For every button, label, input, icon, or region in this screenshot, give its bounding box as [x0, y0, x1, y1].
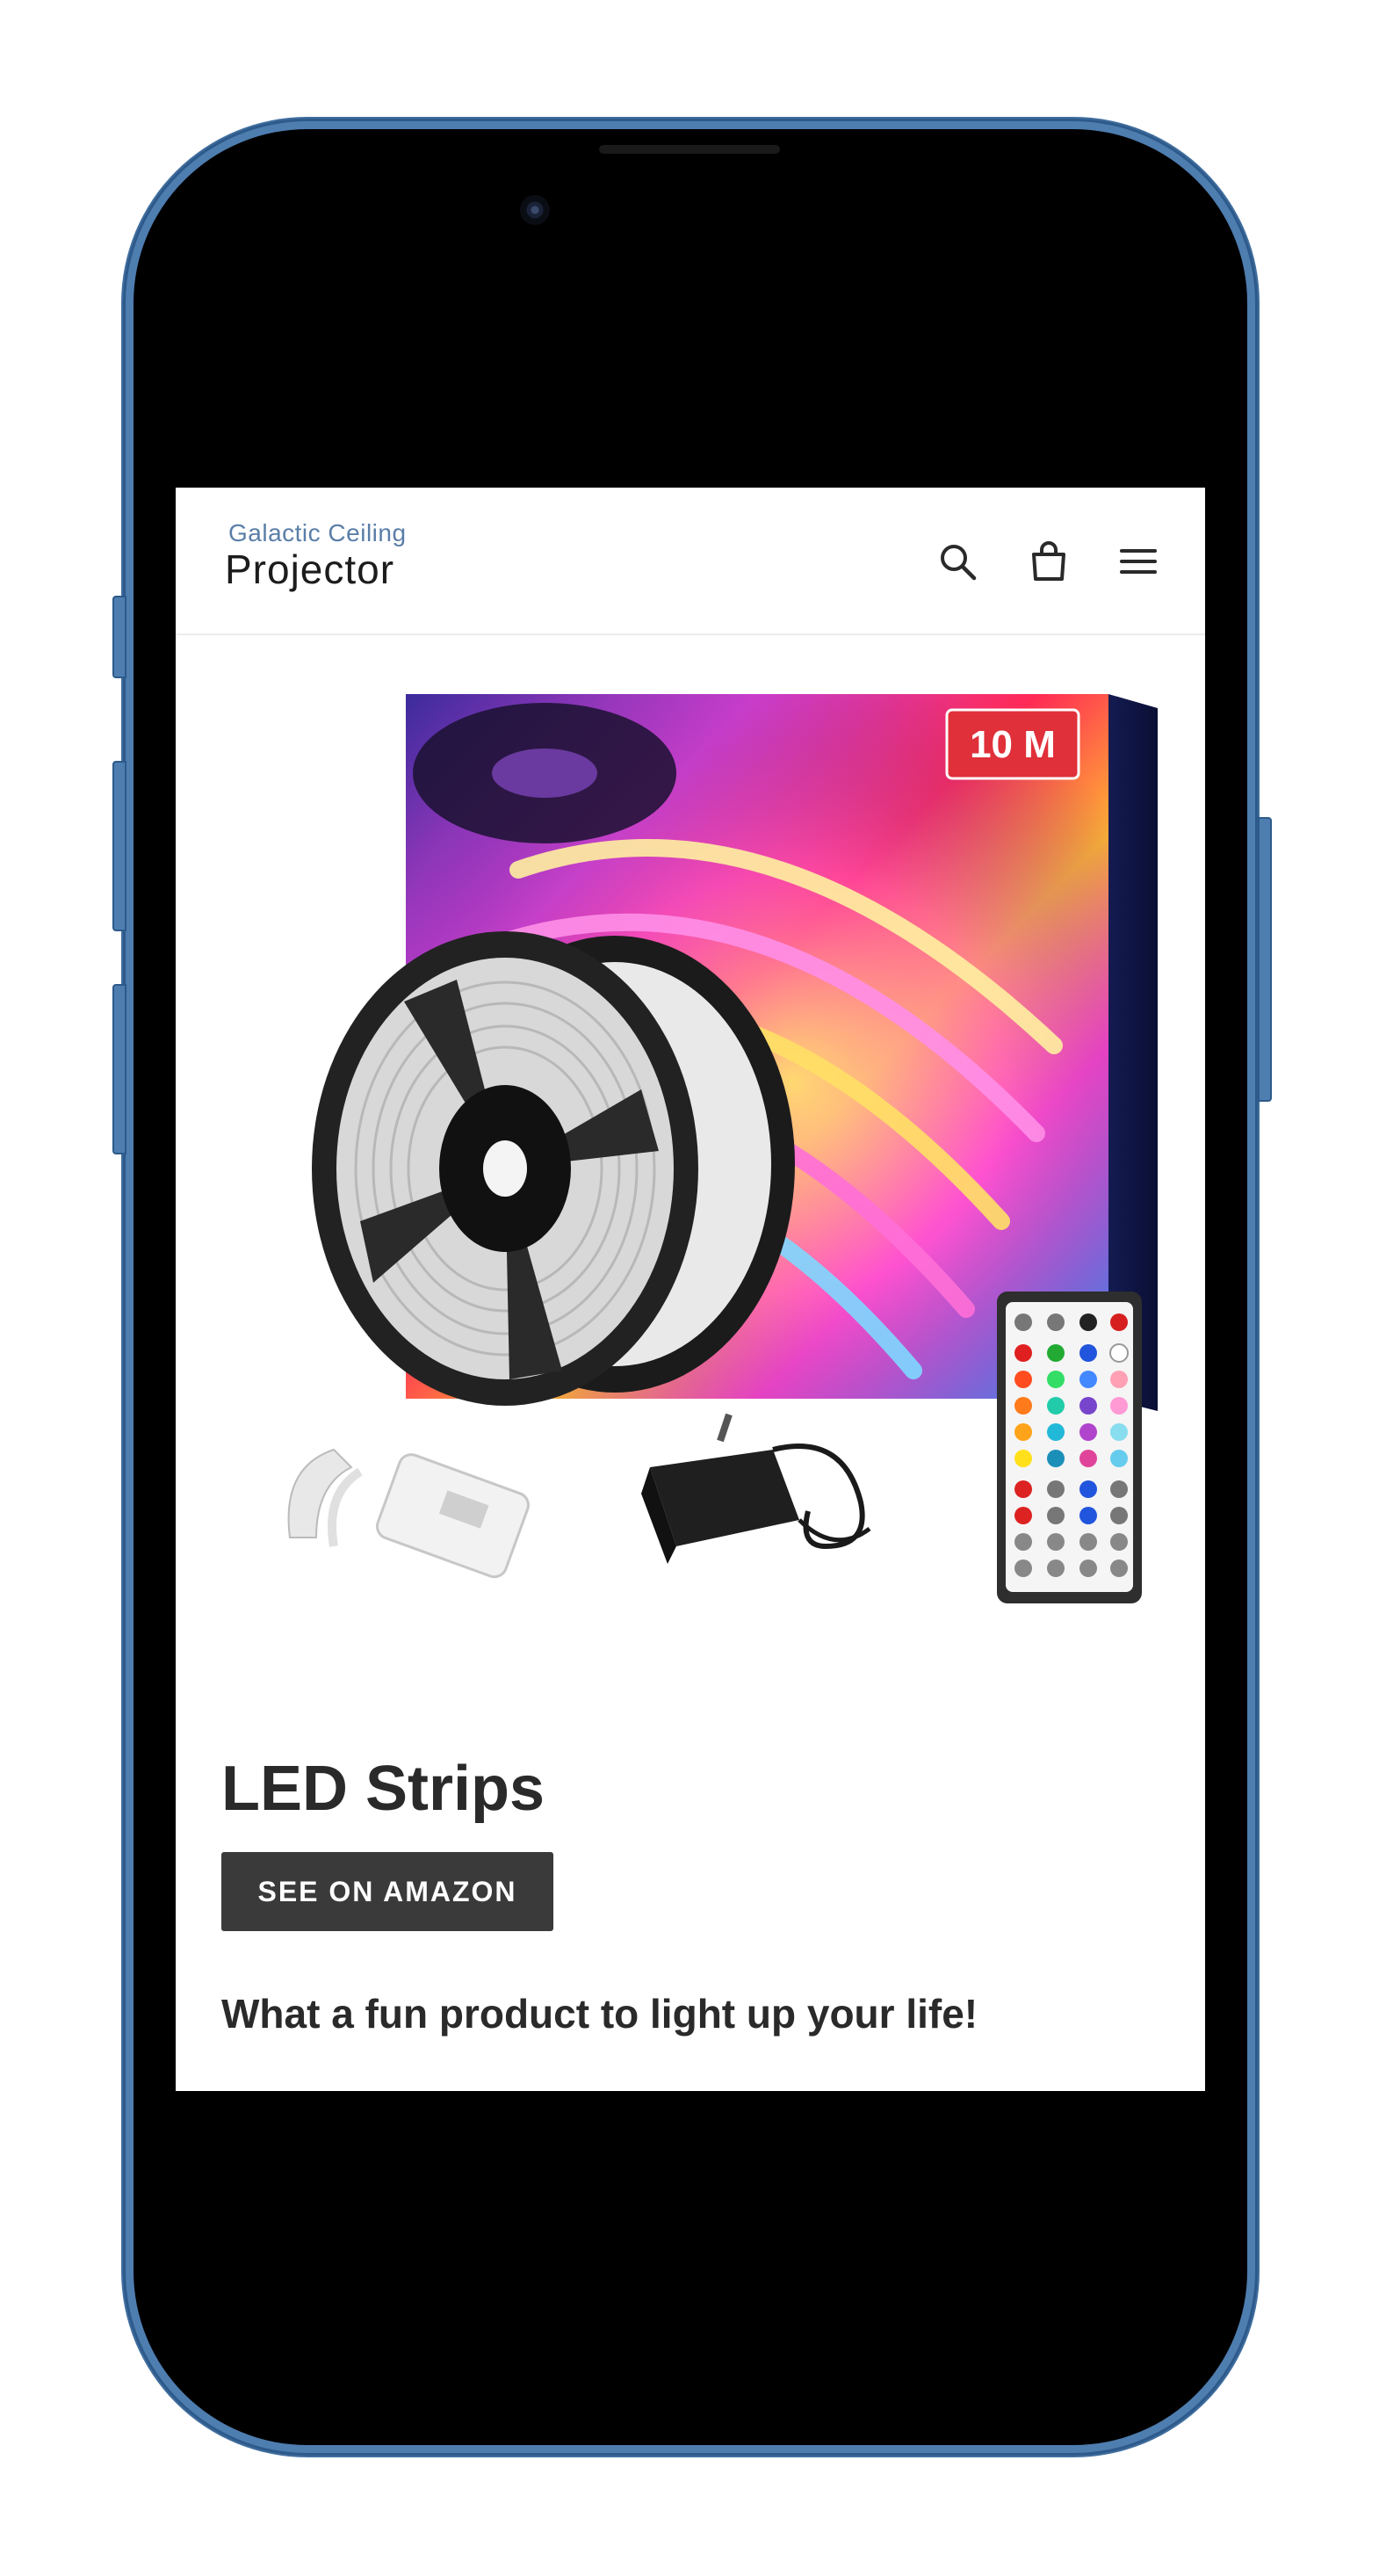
remote-control [997, 1292, 1142, 1603]
earpiece-speaker [599, 145, 780, 154]
site-logo[interactable]: Galactic Ceiling Projector [225, 519, 453, 607]
screen: Galactic Ceiling Projector 10 M LED Stri… [176, 488, 1205, 2091]
front-camera [520, 195, 550, 225]
led-strip-kit-illustration: 10 M [287, 694, 1158, 1603]
logo-top-text: Galactic Ceiling [228, 519, 407, 546]
see-on-amazon-button[interactable]: SEE ON AMAZON [221, 1852, 553, 1931]
search-button[interactable] [933, 537, 982, 586]
search-icon [941, 545, 977, 581]
cart-button[interactable] [1024, 537, 1073, 586]
silent-switch [112, 596, 126, 678]
power-adapter [641, 1413, 871, 1564]
ir-controller [287, 1448, 530, 1579]
hamburger-menu-icon [1120, 549, 1157, 574]
product-description: What a fun product to light up your life… [221, 1991, 978, 2037]
product-title: LED Strips [221, 1754, 545, 1824]
power-button [1258, 817, 1272, 1102]
logo-bottom-text: Projector [225, 546, 395, 592]
cart-icon [1032, 541, 1065, 581]
size-badge-text: 10 M [970, 723, 1056, 766]
menu-button[interactable] [1114, 537, 1163, 586]
site-header: Galactic Ceiling Projector [176, 488, 1205, 635]
led-reel-front [312, 931, 698, 1406]
product-image: 10 M [228, 677, 1164, 1608]
volume-up-button [112, 761, 126, 931]
volume-down-button [112, 984, 126, 1154]
